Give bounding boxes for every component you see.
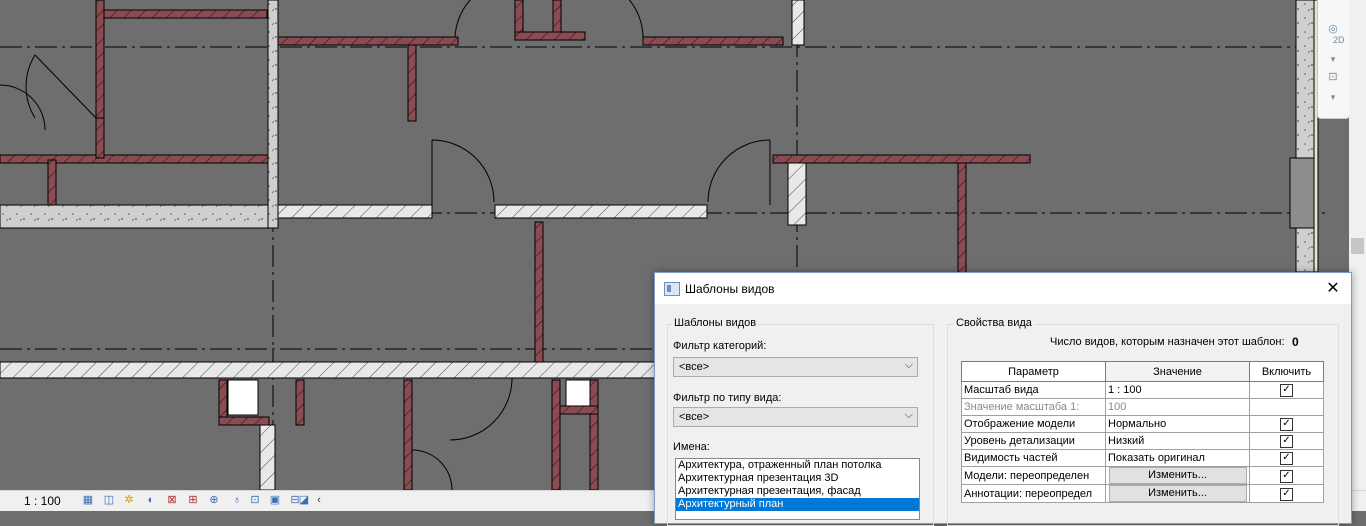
hide-analytical-icon[interactable]: ◪ bbox=[297, 493, 311, 507]
assigned-views-count-label: Число видов, которым назначен этот шабло… bbox=[1050, 336, 1285, 348]
chevron-down-icon: ⌵ bbox=[904, 359, 913, 371]
include-cell: ✓ bbox=[1249, 381, 1324, 399]
include-checkbox[interactable]: ✓ bbox=[1280, 487, 1293, 501]
viewtype-filter-value: <все> bbox=[679, 411, 710, 423]
temporary-hide-icon[interactable]: ⊕ bbox=[207, 493, 221, 507]
zoom-region-icon[interactable]: ⊡ bbox=[1322, 66, 1344, 88]
edit-annotation-overrides-button[interactable]: Изменить... bbox=[1108, 485, 1247, 502]
edit-model-overrides-button[interactable]: Изменить... bbox=[1108, 467, 1247, 484]
dialog-title: Шаблоны видов bbox=[685, 282, 775, 296]
category-filter-value: <все> bbox=[679, 361, 710, 373]
include-cell: ✓ bbox=[1249, 449, 1324, 467]
lock-3d-icon[interactable]: ⊡ bbox=[248, 493, 262, 507]
list-item-selected[interactable]: Архитектурный план bbox=[676, 498, 919, 511]
value-cell: Изменить... bbox=[1105, 484, 1250, 503]
column-header-include[interactable]: Включить bbox=[1249, 361, 1324, 382]
sun-path-icon[interactable]: ✲ bbox=[122, 493, 136, 507]
param-cell: Видимость частей bbox=[961, 449, 1106, 467]
include-cell bbox=[1249, 398, 1324, 416]
visual-style-icon[interactable]: ◫ bbox=[102, 493, 116, 507]
value-cell: Изменить... bbox=[1105, 466, 1250, 485]
navigation-wheel-2d-label: 2D bbox=[1333, 35, 1345, 45]
table-row[interactable]: Видимость частей Показать оригинал ✓ bbox=[961, 449, 1324, 467]
param-cell: Уровень детализации bbox=[961, 432, 1106, 450]
include-checkbox[interactable]: ✓ bbox=[1280, 435, 1293, 448]
include-checkbox[interactable]: ✓ bbox=[1280, 452, 1293, 465]
names-label: Имена: bbox=[673, 441, 710, 453]
names-listbox[interactable]: Архитектура, отраженный план потолка Арх… bbox=[675, 458, 920, 520]
close-icon[interactable]: ✕ bbox=[1323, 279, 1343, 299]
detail-level-icon[interactable]: ▦ bbox=[81, 493, 95, 507]
navigation-bar[interactable]: ◎ 2D ▾ ⊡ ▾ bbox=[1317, 0, 1350, 119]
param-cell: Значение масштаба 1: bbox=[961, 398, 1106, 416]
value-cell: 100 bbox=[1105, 398, 1250, 416]
include-cell: ✓ bbox=[1249, 432, 1324, 450]
crop-view-icon[interactable]: ⊠ bbox=[165, 493, 179, 507]
app-icon bbox=[664, 282, 680, 296]
include-checkbox[interactable]: ✓ bbox=[1280, 418, 1293, 431]
table-row[interactable]: Отображение модели Нормально ✓ bbox=[961, 415, 1324, 433]
chevron-down-icon[interactable]: ▾ bbox=[1322, 86, 1344, 108]
analysis-display-icon[interactable]: ▣ bbox=[268, 493, 282, 507]
value-cell[interactable]: Нормально bbox=[1105, 415, 1250, 433]
include-cell: ✓ bbox=[1249, 466, 1324, 485]
table-row[interactable]: Уровень детализации Низкий ✓ bbox=[961, 432, 1324, 450]
table-row[interactable]: Модели: переопределен Изменить... ✓ bbox=[961, 466, 1324, 485]
dialog-titlebar[interactable]: Шаблоны видов ✕ bbox=[655, 273, 1351, 304]
param-cell: Отображение модели bbox=[961, 415, 1106, 433]
templates-group-label: Шаблоны видов bbox=[672, 317, 759, 329]
include-cell: ✓ bbox=[1249, 415, 1324, 433]
param-cell: Модели: переопределен bbox=[961, 466, 1106, 485]
reveal-hidden-icon[interactable]: ♁ bbox=[230, 493, 244, 507]
list-item[interactable]: Архитектурная презентация 3D bbox=[676, 472, 919, 485]
param-cell: Масштаб вида bbox=[961, 381, 1106, 399]
table-row[interactable]: Аннотации: переопредел Изменить... ✓ bbox=[961, 484, 1324, 503]
table-row: Значение масштаба 1: 100 bbox=[961, 398, 1324, 416]
shadows-icon[interactable]: ◐ bbox=[144, 493, 158, 507]
category-filter-label: Фильтр категорий: bbox=[673, 340, 767, 352]
list-item[interactable]: Архитектурная презентация, фасад bbox=[676, 485, 919, 498]
param-cell: Аннотации: переопредел bbox=[961, 484, 1106, 503]
assigned-views-count-value: 0 bbox=[1292, 335, 1299, 349]
category-filter-dropdown[interactable]: <все> ⌵ bbox=[673, 357, 918, 377]
value-cell[interactable]: Низкий bbox=[1105, 432, 1250, 450]
view-properties-table: Параметр Значение Включить Масштаб вида … bbox=[961, 361, 1324, 503]
table-header-row: Параметр Значение Включить bbox=[961, 361, 1324, 382]
vertical-scrollbar-thumb[interactable] bbox=[1351, 238, 1364, 254]
include-checkbox[interactable]: ✓ bbox=[1280, 384, 1293, 397]
chevron-down-icon: ⌵ bbox=[904, 409, 913, 421]
include-cell: ✓ bbox=[1249, 484, 1324, 503]
include-checkbox[interactable]: ✓ bbox=[1280, 469, 1293, 483]
value-cell[interactable]: 1 : 100 bbox=[1105, 381, 1250, 399]
view-properties-group-label: Свойства вида bbox=[954, 317, 1034, 329]
viewtype-filter-label: Фильтр по типу вида: bbox=[673, 392, 782, 404]
show-crop-icon[interactable]: ⊞ bbox=[186, 493, 200, 507]
column-header-value[interactable]: Значение bbox=[1105, 361, 1250, 382]
value-cell[interactable]: Показать оригинал bbox=[1105, 449, 1250, 467]
collapse-icon[interactable]: ‹ bbox=[312, 493, 326, 507]
table-row[interactable]: Масштаб вида 1 : 100 ✓ bbox=[961, 381, 1324, 399]
view-scale-button[interactable]: 1 : 100 bbox=[24, 494, 61, 508]
list-item[interactable]: Архитектура, отраженный план потолка bbox=[676, 459, 919, 472]
column-header-parameter[interactable]: Параметр bbox=[961, 361, 1106, 382]
view-templates-dialog: Шаблоны видов ✕ Шаблоны видов Фильтр кат… bbox=[654, 272, 1352, 526]
viewtype-filter-dropdown[interactable]: <все> ⌵ bbox=[673, 407, 918, 427]
